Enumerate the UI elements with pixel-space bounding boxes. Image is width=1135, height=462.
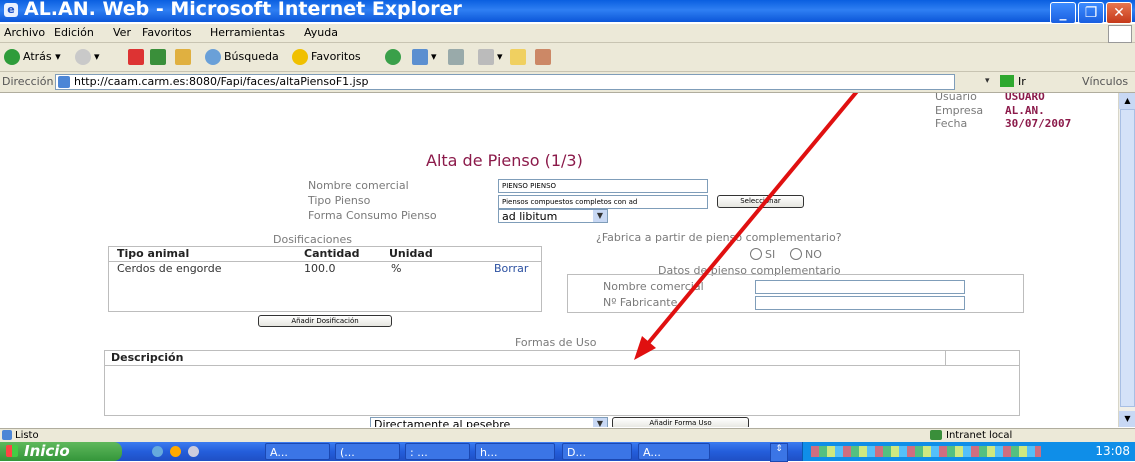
favorites-button[interactable]: Favoritos <box>292 49 361 65</box>
favorites-label: Favoritos <box>311 50 361 63</box>
taskbar-item-3[interactable]: : ... <box>405 443 470 460</box>
folder-icon <box>510 49 526 65</box>
address-dropdown-icon[interactable]: ▾ <box>985 76 990 86</box>
intranet-icon <box>930 430 942 440</box>
tray-icons[interactable] <box>811 446 1041 457</box>
links-button[interactable]: Vínculos <box>1082 75 1128 88</box>
search-label: Búsqueda <box>224 50 279 63</box>
vertical-scrollbar[interactable]: ▲ ▼ <box>1118 93 1135 427</box>
star-icon <box>292 49 308 65</box>
search-icon <box>205 49 221 65</box>
menu-herramientas[interactable]: Herramientas <box>210 26 285 39</box>
taskbar-item-1[interactable]: A... <box>265 443 330 460</box>
annotation-arrow <box>634 93 859 360</box>
stop-icon <box>128 49 144 65</box>
messenger-button[interactable] <box>535 49 554 65</box>
toolbar: Atrás ▾ ▾ Búsqueda Favoritos ▾ ▾ <box>0 43 1135 72</box>
address-label: Dirección <box>2 75 54 88</box>
scroll-thumb[interactable] <box>1120 109 1135 407</box>
print-button[interactable] <box>448 49 467 65</box>
taskbar: Inicio A... (... : ... h... D... A... ⇕ … <box>0 442 1135 462</box>
menu-edicion[interactable]: Edición <box>54 26 94 39</box>
menu-archivo[interactable]: Archivo <box>4 26 45 39</box>
ie-logo-icon: e <box>4 3 18 17</box>
menu-ayuda[interactable]: Ayuda <box>304 26 338 39</box>
close-button[interactable]: ✕ <box>1106 2 1132 24</box>
menu-ver[interactable]: Ver <box>113 26 131 39</box>
history-button[interactable] <box>385 49 404 65</box>
zone-text: Intranet local <box>946 430 1013 441</box>
forward-button[interactable]: ▾ <box>75 49 100 65</box>
start-button[interactable]: Inicio <box>0 442 122 461</box>
system-tray: 13:08 <box>802 442 1135 461</box>
mail-icon <box>412 49 428 65</box>
taskbar-scroll-icon[interactable]: ⇕ <box>770 443 788 462</box>
page-icon <box>58 76 70 88</box>
folder-button[interactable] <box>510 49 529 65</box>
scroll-up-icon[interactable]: ▲ <box>1119 93 1135 109</box>
go-arrow-icon[interactable] <box>1000 75 1014 87</box>
clock: 13:08 <box>1095 444 1130 458</box>
edit-button[interactable]: ▾ <box>478 49 503 65</box>
forward-arrow-icon <box>75 49 91 65</box>
quicklaunch-media-icon[interactable] <box>170 446 181 457</box>
windows-logo-icon <box>1108 25 1132 43</box>
stop-button[interactable] <box>128 49 147 65</box>
maximize-button[interactable]: ❐ <box>1078 2 1104 24</box>
back-label: Atrás <box>23 50 52 63</box>
minimize-button[interactable]: _ <box>1050 2 1076 24</box>
menu-bar: Archivo Edición Ver Favoritos Herramient… <box>0 24 1135 43</box>
page-content: Usuario USUARO Empresa AL.AN. Fecha 30/0… <box>0 93 1118 427</box>
taskbar-item-2[interactable]: (... <box>335 443 400 460</box>
address-input[interactable]: http://caam.carm.es:8080/Fapi/faces/alta… <box>55 74 955 90</box>
quicklaunch-ie-icon[interactable] <box>152 446 163 457</box>
refresh-button[interactable] <box>150 49 169 65</box>
windows-flag-icon <box>6 445 18 457</box>
edit-icon <box>478 49 494 65</box>
taskbar-item-6[interactable]: A... <box>638 443 710 460</box>
scroll-down-icon[interactable]: ▼ <box>1119 411 1135 427</box>
title-bar: e AL.AN. Web - Microsoft Internet Explor… <box>0 0 1135 24</box>
address-url: http://caam.carm.es:8080/Fapi/faces/alta… <box>74 75 369 88</box>
back-button[interactable]: Atrás ▾ <box>4 49 61 65</box>
go-button[interactable]: Ir <box>1018 75 1026 88</box>
quicklaunch-desktop-icon[interactable] <box>188 446 199 457</box>
start-label: Inicio <box>24 442 70 460</box>
taskbar-item-4[interactable]: h... <box>475 443 555 460</box>
search-button[interactable]: Búsqueda <box>205 49 279 65</box>
arrow-shaft <box>643 93 859 349</box>
home-button[interactable] <box>175 49 194 65</box>
address-bar: Dirección http://caam.carm.es:8080/Fapi/… <box>0 72 1135 93</box>
mail-button[interactable]: ▾ <box>412 49 437 65</box>
history-icon <box>385 49 401 65</box>
home-icon <box>175 49 191 65</box>
taskbar-item-5[interactable]: D... <box>562 443 632 460</box>
refresh-icon <box>150 49 166 65</box>
menu-favoritos[interactable]: Favoritos <box>142 26 192 39</box>
window-title: AL.AN. Web - Microsoft Internet Explorer <box>24 0 462 20</box>
print-icon <box>448 49 464 65</box>
back-arrow-icon <box>4 49 20 65</box>
status-bar: Listo Intranet local <box>0 428 1135 443</box>
messenger-icon <box>535 49 551 65</box>
status-page-icon <box>2 430 12 440</box>
status-text: Listo <box>15 430 39 441</box>
